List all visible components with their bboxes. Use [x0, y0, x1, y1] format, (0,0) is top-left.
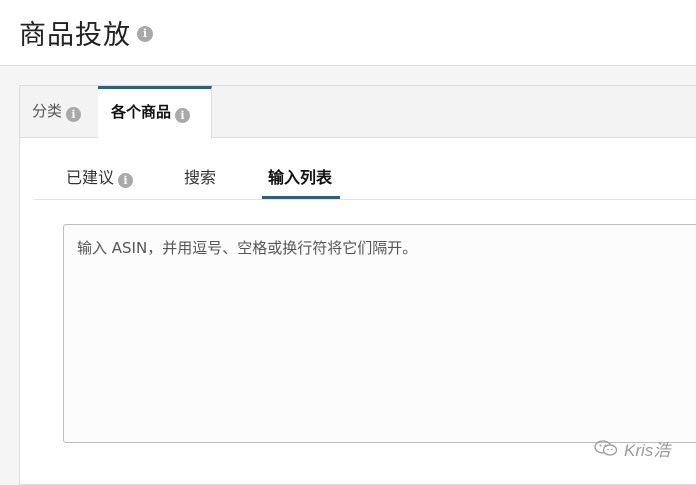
subtab-bar: 已建议 i 搜索 输入列表	[34, 138, 696, 200]
info-icon[interactable]: i	[137, 26, 153, 42]
page-header: 商品投放 i	[0, 0, 696, 66]
tab-label: 各个商品	[111, 103, 172, 121]
watermark: Kris浩	[594, 437, 671, 460]
page-title: 商品投放	[19, 20, 131, 51]
asin-list-input[interactable]	[63, 224, 696, 443]
active-subtab-indicator	[262, 196, 340, 199]
product-targeting-panel: 分类 i 各个商品 i 已建议 i 搜索 输入列表	[19, 85, 696, 485]
tab-individual-products[interactable]: 各个商品 i	[98, 86, 212, 139]
subtab-label: 搜索	[184, 168, 217, 187]
watermark-text: Kris浩	[624, 440, 671, 460]
info-icon[interactable]: i	[118, 173, 134, 188]
subtab-enter-list[interactable]: 输入列表	[268, 164, 332, 188]
tab-bar: 分类 i 各个商品 i	[20, 86, 696, 139]
tab-label: 分类	[32, 102, 63, 120]
subtab-suggested[interactable]: 已建议 i	[66, 164, 134, 188]
tab-category[interactable]: 分类 i	[32, 86, 82, 138]
info-icon[interactable]: i	[66, 107, 82, 122]
info-icon[interactable]: i	[175, 108, 191, 123]
subtab-label: 输入列表	[268, 168, 333, 187]
subtab-search[interactable]: 搜索	[184, 164, 216, 188]
subtab-label: 已建议	[66, 168, 115, 187]
wechat-icon	[594, 440, 618, 456]
